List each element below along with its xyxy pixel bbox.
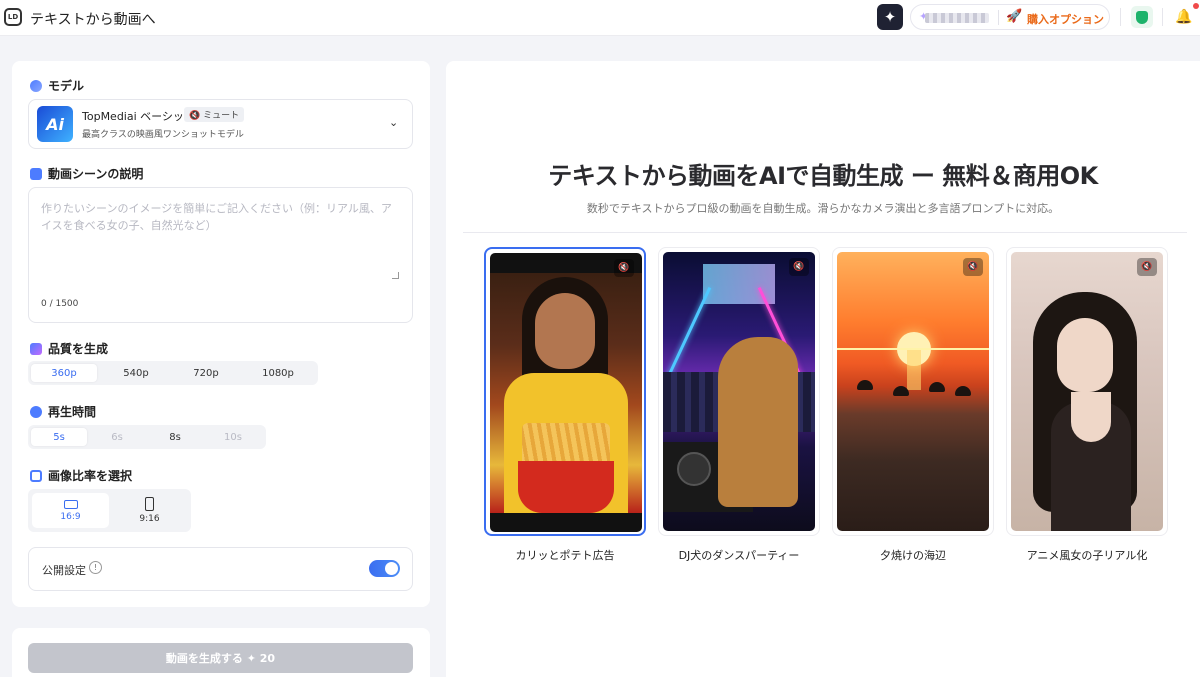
description-section-label: 動画シーンの説明 — [48, 167, 144, 181]
settings-panel: モデル Ai TopMediai ベーシック 🔇 ミュート 最高クラスの映画風ワ… — [12, 61, 430, 607]
model-section-title: モデル — [30, 77, 84, 94]
quality-section-label: 品質を生成 — [48, 342, 109, 356]
quality-option-360p[interactable]: 360p — [31, 364, 97, 382]
quality-selector: 360p 540p 720p 1080p — [28, 361, 318, 385]
portrait-icon — [145, 497, 154, 511]
hero-subtitle: 数秒でテキストからプロ級の動画を自動生成。滑らかなカメラ演出と多言語プロンプトに… — [586, 202, 1060, 215]
rocket-icon: 🚀 — [1006, 9, 1023, 24]
sample-video-card[interactable]: 🔇 — [832, 247, 994, 536]
landscape-icon — [63, 499, 78, 509]
shield-button[interactable] — [1131, 6, 1153, 28]
notification-dot — [1193, 3, 1199, 9]
sample-thumbnail — [663, 252, 815, 531]
quality-option-720p[interactable]: 720p — [173, 364, 239, 382]
purchase-options-link[interactable]: 購入オプション — [1027, 11, 1104, 27]
quality-option-540p[interactable]: 540p — [103, 364, 169, 382]
generate-video-button[interactable]: 動画を生成する ✦ 20 — [28, 643, 413, 673]
sample-video-card[interactable]: 🔇 — [484, 247, 646, 536]
resize-handle[interactable] — [392, 272, 399, 279]
model-section-label: モデル — [48, 79, 85, 93]
duration-section-label: 再生時間 — [48, 405, 97, 419]
bell-icon: 🔔 — [1175, 9, 1193, 25]
blurred-username — [925, 13, 989, 23]
public-toggle[interactable] — [369, 560, 400, 577]
header-divider — [1162, 8, 1163, 26]
public-setting-row: 公開設定 ! — [28, 547, 413, 591]
model-selector[interactable]: Ai TopMediai ベーシック 🔇 ミュート 最高クラスの映画風ワンショッ… — [28, 99, 413, 149]
ratio-option-9-16[interactable]: 9:16 — [111, 493, 188, 528]
ratio-section-title: 画像比率を選択 — [30, 467, 132, 484]
description-placeholder: 作りたいシーンのイメージを簡単にご記入ください（例：リアル風、アイスを食べる女の… — [41, 202, 392, 232]
crop-icon — [30, 469, 42, 482]
ratio-label: 9:16 — [139, 514, 160, 524]
account-pill[interactable]: ✦ 🚀 購入オプション — [910, 4, 1110, 30]
sample-video-card[interactable]: 🔇 — [658, 247, 820, 536]
duration-section-title: 再生時間 — [30, 403, 96, 420]
model-logo-icon: Ai — [37, 106, 73, 142]
toggle-knob — [385, 562, 398, 575]
chevron-down-icon[interactable]: ⌄ — [389, 116, 398, 129]
quality-section-title: 品質を生成 — [30, 340, 108, 357]
sample-thumbnail — [837, 252, 989, 531]
description-section-title: 動画シーンの説明 — [30, 165, 143, 182]
mute-icon[interactable]: 🔇 — [614, 259, 634, 277]
sparkle-icon: ✦ — [883, 8, 897, 26]
mute-icon[interactable]: 🔇 — [1137, 258, 1157, 276]
hero-title: テキストから動画をAIで自動生成 ー 無料＆商用OK — [548, 162, 1098, 190]
divider — [463, 232, 1187, 233]
mute-icon[interactable]: 🔇 — [789, 258, 809, 276]
sample-thumbnail — [1011, 252, 1163, 531]
model-name: TopMediai ベーシック — [82, 110, 195, 123]
mute-badge: 🔇 ミュート — [184, 107, 245, 122]
sample-caption: カリッとポテト広告 — [515, 549, 615, 562]
duration-option-6s: 6s — [111, 431, 123, 443]
duration-option-8s[interactable]: 8s — [147, 428, 203, 446]
info-icon[interactable]: ! — [89, 561, 102, 574]
sparkle-button[interactable]: ✦ — [877, 4, 903, 30]
shield-icon — [1136, 10, 1148, 24]
duration-option-5s[interactable]: 5s — [31, 428, 87, 446]
showcase-panel: テキストから動画をAIで自動生成 ー 無料＆商用OK 数秒でテキストからプロ級の… — [446, 61, 1200, 677]
pill-divider — [998, 10, 999, 25]
sample-caption: アニメ風女の子リアル化 — [1026, 549, 1148, 562]
duration-option-10s: 10s — [224, 431, 242, 443]
header-divider — [1120, 8, 1121, 26]
quality-icon — [30, 342, 42, 355]
ratio-option-16-9[interactable]: 16:9 — [32, 493, 109, 528]
quality-option-1080p[interactable]: 1080p — [245, 364, 311, 382]
char-count: 0 / 1500 — [41, 299, 79, 309]
ratio-section-label: 画像比率を選択 — [48, 469, 133, 483]
ratio-label: 16:9 — [60, 511, 81, 522]
app-header: LD テキストから動画へ ✦ ✦ 🚀 購入オプション 🔔 — [0, 0, 1200, 36]
sample-video-card[interactable]: 🔇 — [1006, 247, 1168, 536]
sample-caption: DJ犬のダンスパーティー — [678, 549, 800, 562]
sample-caption: 夕焼けの海辺 — [880, 549, 946, 562]
edit-icon — [30, 167, 42, 180]
notification-button[interactable]: 🔔 — [1173, 6, 1195, 28]
public-setting-label: 公開設定 — [42, 564, 86, 577]
mute-icon[interactable]: 🔇 — [963, 258, 983, 276]
aspect-ratio-selector: 16:9 9:16 — [28, 489, 191, 532]
scene-description-input[interactable]: 作りたいシーンのイメージを簡単にご記入ください（例：リアル風、アイスを食べる女の… — [28, 187, 413, 323]
sample-thumbnail — [490, 253, 642, 532]
duration-selector: 5s 6s 8s 10s — [28, 425, 266, 449]
generate-panel: 動画を生成する ✦ 20 — [12, 628, 430, 677]
model-icon — [30, 79, 42, 92]
clock-icon — [30, 405, 42, 418]
app-logo-icon: LD — [4, 8, 22, 26]
model-description: 最高クラスの映画風ワンショットモデル — [82, 130, 244, 140]
page-title: テキストから動画へ — [30, 12, 156, 28]
